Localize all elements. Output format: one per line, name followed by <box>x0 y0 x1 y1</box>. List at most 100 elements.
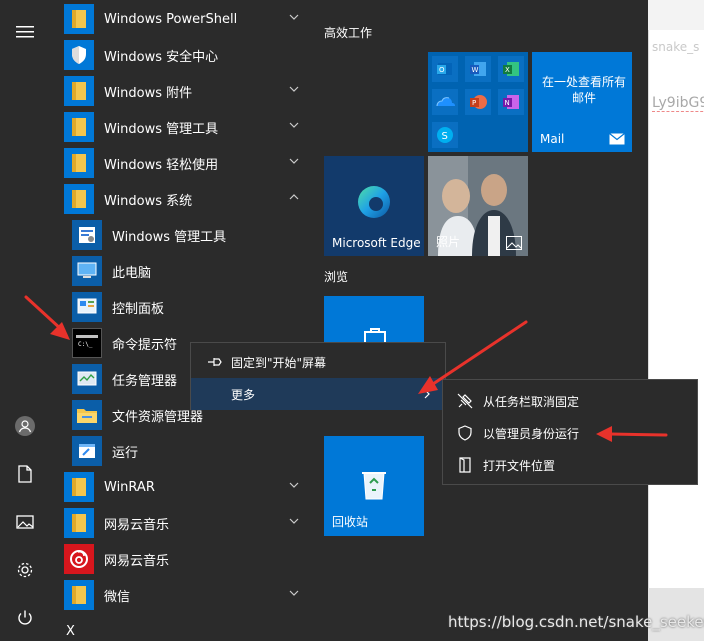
more-submenu: 从任务栏取消固定 以管理员身份运行 打开文件位置 <box>442 379 698 485</box>
svg-text:P: P <box>472 99 476 107</box>
chevron-down-icon[interactable] <box>288 83 300 95</box>
list-item[interactable]: 控制面板 <box>50 289 312 325</box>
list-item[interactable]: Windows 安全中心 <box>50 37 312 73</box>
folder-icon <box>64 580 94 610</box>
list-item[interactable]: Windows 管理工具 <box>50 217 312 253</box>
list-item-label: Windows 附件 <box>104 85 193 101</box>
list-item-label: Windows 轻松使用 <box>104 157 219 173</box>
chevron-down-icon[interactable] <box>288 515 300 527</box>
list-item[interactable]: Windows 管理工具 <box>50 109 312 145</box>
folder-icon <box>64 148 94 178</box>
recycle-bin-tile-label: 回收站 <box>332 515 369 529</box>
edge-tile[interactable]: Microsoft Edge <box>324 156 424 256</box>
list-item[interactable]: Windows 系统 <box>50 181 312 217</box>
admin-shield-icon <box>455 423 475 443</box>
open-file-location-label: 打开文件位置 <box>483 458 556 473</box>
background-content-area <box>648 30 704 590</box>
power-button[interactable] <box>0 598 50 638</box>
list-item-label: 任务管理器 <box>112 373 178 389</box>
list-item[interactable]: 微信 <box>50 577 312 613</box>
list-item[interactable]: 运行 <box>50 433 312 469</box>
chevron-down-icon[interactable] <box>288 11 300 23</box>
skype-icon: S <box>432 122 458 148</box>
list-item[interactable]: Windows 轻松使用 <box>50 145 312 181</box>
folder-icon <box>64 112 94 142</box>
chevron-down-icon[interactable] <box>288 479 300 491</box>
unpin-taskbar-item[interactable]: 从任务栏取消固定 <box>443 385 697 417</box>
file-location-icon <box>455 455 475 475</box>
photos-tile-label: 照片 <box>436 235 461 249</box>
folder-icon <box>64 4 94 34</box>
list-item-label: 此电脑 <box>112 265 152 281</box>
photos-icon <box>506 236 522 250</box>
list-item-label: Windows 系统 <box>104 193 193 209</box>
run-as-admin-label: 以管理员身份运行 <box>483 426 580 441</box>
folder-icon <box>64 184 94 214</box>
settings-button[interactable] <box>0 550 50 590</box>
chevron-down-icon[interactable] <box>288 587 300 599</box>
list-item-label: 命令提示符 <box>112 337 178 353</box>
list-item-label: 运行 <box>112 445 139 461</box>
list-item-label: Windows 安全中心 <box>104 49 219 65</box>
this-pc-icon <box>72 256 102 286</box>
pictures-button[interactable] <box>0 502 50 542</box>
outlook-icon: O <box>432 56 458 82</box>
more-item[interactable]: 更多 <box>191 378 445 410</box>
run-icon <box>72 436 102 466</box>
pin-to-start-item[interactable]: 固定到"开始"屏幕 <box>191 346 445 378</box>
app-list: Windows PowerShell Windows 安全中心 Windows … <box>50 0 312 641</box>
svg-text:C:\_: C:\_ <box>78 341 93 348</box>
open-file-location-item[interactable]: 打开文件位置 <box>443 449 697 481</box>
photos-tile[interactable]: 照片 <box>428 156 528 256</box>
list-item-label: Windows 管理工具 <box>112 229 227 245</box>
background-text-fragment: Ly9ibG9 <box>652 95 704 112</box>
powerpoint-icon: P <box>465 89 491 115</box>
list-item-label: 网易云音乐 <box>104 517 170 533</box>
unpin-icon <box>455 391 475 411</box>
unpin-taskbar-label: 从任务栏取消固定 <box>483 394 580 409</box>
start-rail <box>0 0 50 641</box>
list-item[interactable]: 此电脑 <box>50 253 312 289</box>
list-item-label: 微信 <box>104 589 131 605</box>
list-item-label: WinRAR <box>104 479 155 495</box>
tile-group-title[interactable]: 浏览 <box>324 268 348 285</box>
admin-tools-icon <box>72 220 102 250</box>
folder-icon <box>64 508 94 538</box>
list-item-label: Windows 管理工具 <box>104 121 219 137</box>
svg-text:X: X <box>505 66 510 74</box>
excel-icon: X <box>498 56 524 82</box>
recycle-bin-tile[interactable]: 回收站 <box>324 436 424 536</box>
user-account-button[interactable] <box>0 406 50 446</box>
run-as-admin-item[interactable]: 以管理员身份运行 <box>443 417 697 449</box>
folder-icon <box>64 76 94 106</box>
list-item[interactable]: Windows 附件 <box>50 73 312 109</box>
letter-header[interactable]: X <box>66 624 75 639</box>
list-item-label: Windows PowerShell <box>104 11 238 27</box>
mail-tile-text: 在一处查看所有邮件 <box>541 75 626 105</box>
chevron-down-icon[interactable] <box>288 119 300 131</box>
hamburger-icon <box>16 26 34 38</box>
list-item-label: 网易云音乐 <box>104 553 170 569</box>
expand-menu-button[interactable] <box>0 12 50 52</box>
list-item[interactable]: 网易云音乐 <box>50 505 312 541</box>
list-item-label: 控制面板 <box>112 301 165 317</box>
more-label: 更多 <box>231 387 256 402</box>
chevron-down-icon[interactable] <box>288 155 300 167</box>
start-menu: Windows PowerShell Windows 安全中心 Windows … <box>0 0 648 641</box>
cmd-icon: C:\_ <box>72 328 102 358</box>
tile-group-title[interactable]: 高效工作 <box>324 24 372 41</box>
chevron-up-icon[interactable] <box>288 191 300 203</box>
documents-button[interactable] <box>0 454 50 494</box>
gear-icon <box>17 562 33 578</box>
mail-tile[interactable]: 在一处查看所有邮件 Mail <box>532 52 632 152</box>
office-apps-tile[interactable]: O W X P N S <box>428 52 528 152</box>
svg-text:N: N <box>505 99 510 107</box>
pin-icon <box>205 352 225 372</box>
background-text-fragment: snake_s <box>652 40 700 54</box>
list-item[interactable]: WinRAR <box>50 469 312 505</box>
list-item[interactable]: Windows PowerShell <box>50 1 312 37</box>
mail-tile-label: Mail <box>540 132 565 146</box>
document-icon <box>18 465 32 483</box>
list-item[interactable]: 网易云音乐 <box>50 541 312 577</box>
picture-icon <box>16 515 34 529</box>
